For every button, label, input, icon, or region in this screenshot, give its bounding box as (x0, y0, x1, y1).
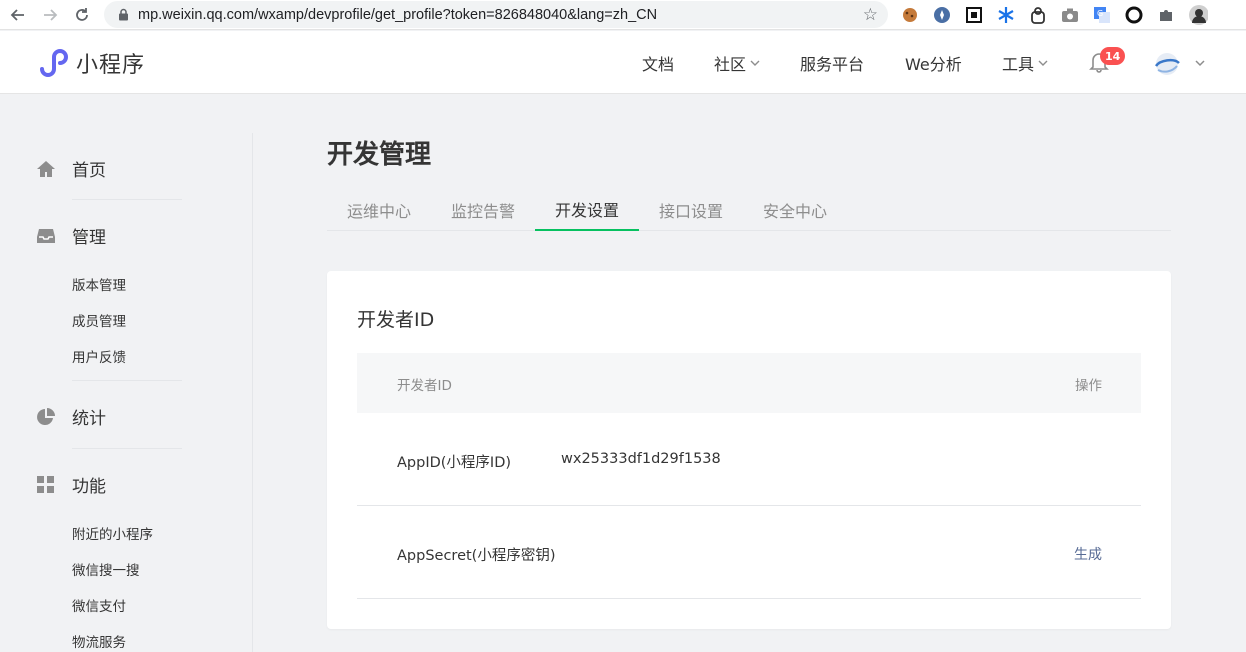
tab-security-center[interactable]: 安全中心 (743, 188, 847, 231)
app-header: 小程序 文档 社区 服务平台 We分析 工具 14 (0, 31, 1246, 94)
avatar[interactable] (1152, 50, 1182, 78)
home-icon (37, 160, 55, 177)
grid-icon (37, 475, 54, 493)
qr-frame-icon[interactable] (964, 5, 984, 25)
cookie-icon[interactable] (900, 5, 920, 25)
developer-id-card: 开发者ID 开发者ID 操作 AppID(小程序ID) wx25333df1d2… (327, 271, 1171, 629)
appid-value: wx25333df1d29f1538 (561, 451, 721, 467)
column-header-developer-id: 开发者ID (397, 378, 452, 394)
page-title: 开发管理 (327, 140, 432, 170)
nav-we-analysis[interactable]: We分析 (905, 51, 962, 75)
sidebar-item-manage[interactable]: 管理 (36, 223, 106, 248)
browser-toolbar: mp.weixin.qq.com/wxamp/devprofile/get_pr… (0, 0, 1246, 30)
chevron-down-icon (1038, 60, 1048, 66)
extension-icons: G (900, 5, 1220, 25)
tab-dev-settings[interactable]: 开发设置 (535, 188, 639, 231)
sidebar-section-label: 功能 (72, 477, 106, 497)
snowflake-icon[interactable] (996, 5, 1016, 25)
tab-api-settings[interactable]: 接口设置 (639, 188, 743, 231)
nav-label: We分析 (905, 55, 962, 74)
nav-tools[interactable]: 工具 (1002, 51, 1048, 75)
address-bar[interactable]: mp.weixin.qq.com/wxamp/devprofile/get_pr… (104, 1, 888, 28)
sidebar-item-nearby-miniprogram[interactable]: 附近的小程序 (72, 523, 153, 543)
sidebar-section-label: 管理 (72, 228, 106, 248)
compass-icon[interactable] (932, 5, 952, 25)
profile-icon[interactable] (1188, 5, 1208, 25)
sidebar-item-home[interactable]: 首页 (36, 156, 106, 181)
nav-label: 文档 (642, 55, 675, 74)
bag-icon[interactable] (1028, 5, 1048, 25)
sidebar-item-member-manage[interactable]: 成员管理 (72, 310, 126, 330)
card-title: 开发者ID (357, 309, 435, 331)
bookmark-star-icon[interactable]: ☆ (863, 5, 878, 25)
sidebar-section-label: 首页 (72, 161, 106, 181)
sidebar-item-logistics[interactable]: 物流服务 (72, 631, 126, 651)
generate-secret-link[interactable]: 生成 (1074, 544, 1102, 564)
sidebar-item-wechat-pay[interactable]: 微信支付 (72, 595, 126, 615)
table-header: 开发者ID 操作 (357, 353, 1141, 413)
nav-label: 社区 (714, 55, 747, 74)
sidebar-item-user-feedback[interactable]: 用户反馈 (72, 346, 126, 366)
camera-icon[interactable] (1060, 5, 1080, 25)
sidebar-divider (252, 133, 253, 652)
tab-bar: 运维中心 监控告警 开发设置 接口设置 安全中心 (327, 188, 1171, 231)
ring-icon[interactable] (1124, 5, 1144, 25)
puzzle-icon[interactable] (1156, 5, 1176, 25)
forward-arrow-icon[interactable] (38, 3, 62, 27)
tab-monitoring-alerts[interactable]: 监控告警 (431, 188, 535, 231)
nav-service-platform[interactable]: 服务平台 (800, 51, 864, 75)
sidebar-item-version-manage[interactable]: 版本管理 (72, 274, 126, 294)
svg-text:G: G (1097, 9, 1103, 18)
inbox-icon (37, 228, 55, 243)
sidebar-item-features[interactable]: 功能 (36, 472, 106, 497)
row-label-appsecret: AppSecret(小程序密钥) (397, 548, 556, 564)
url-text: mp.weixin.qq.com/wxamp/devprofile/get_pr… (138, 6, 658, 23)
sidebar-divider (72, 448, 182, 449)
top-nav: 文档 社区 服务平台 We分析 工具 (0, 51, 1246, 75)
tab-ops-center[interactable]: 运维中心 (327, 188, 431, 231)
sidebar-item-stats[interactable]: 统计 (36, 404, 106, 429)
notification-badge: 14 (1100, 47, 1126, 65)
lock-icon (116, 8, 130, 21)
nav-label: 服务平台 (800, 55, 865, 74)
nav-label: 工具 (1002, 55, 1035, 74)
nav-docs[interactable]: 文档 (642, 51, 674, 75)
chevron-down-icon[interactable] (1194, 57, 1206, 69)
row-label-appid: AppID(小程序ID) (397, 455, 512, 471)
sidebar-divider (72, 199, 182, 200)
sidebar-item-wechat-search[interactable]: 微信搜一搜 (72, 559, 140, 579)
table-row: AppID(小程序ID) wx25333df1d29f1538 (357, 413, 1141, 506)
reload-icon[interactable] (70, 3, 94, 27)
translate-icon[interactable]: G (1092, 5, 1112, 25)
back-arrow-icon[interactable] (6, 3, 30, 27)
pie-chart-icon (37, 407, 55, 425)
nav-community[interactable]: 社区 (714, 51, 760, 75)
chevron-down-icon (750, 60, 760, 66)
column-header-action: 操作 (1075, 378, 1102, 394)
sidebar-divider (72, 380, 182, 381)
table-row: AppSecret(小程序密钥) 生成 (357, 506, 1141, 599)
sidebar-section-label: 统计 (72, 409, 106, 429)
